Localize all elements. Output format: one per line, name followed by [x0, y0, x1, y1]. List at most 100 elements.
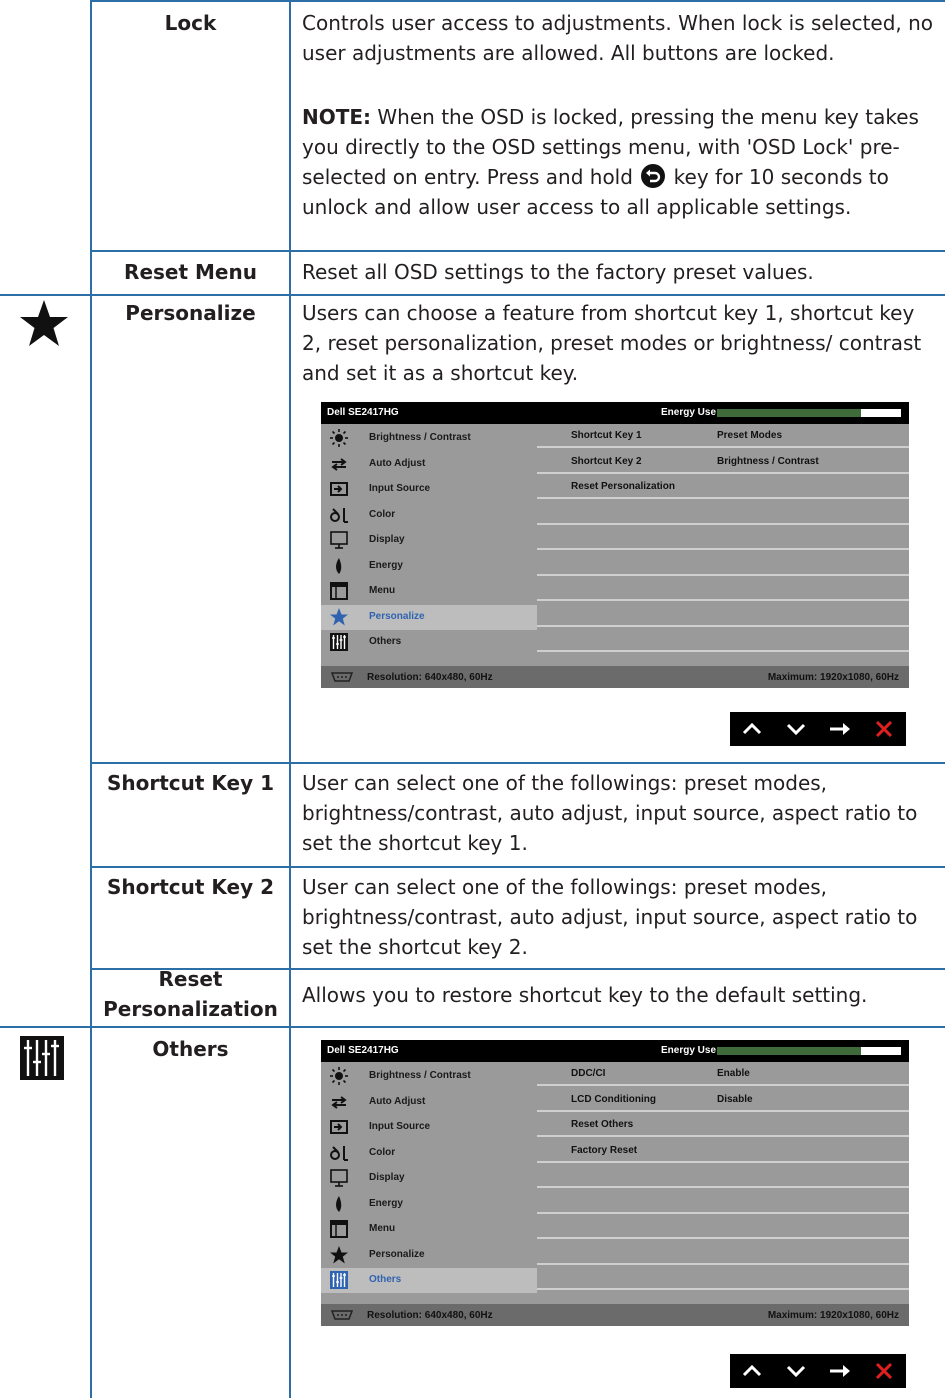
osd-menu-label: Energy [369, 559, 403, 571]
star-icon [329, 1245, 349, 1265]
osd-menu-item-color[interactable]: Color [321, 503, 537, 528]
lock-desc-text: Controls user access to adjustments. Whe… [302, 11, 934, 65]
osd-menu-label: Others [369, 1274, 402, 1285]
up-icon [730, 1354, 774, 1388]
osd-menu-item-menu[interactable]: Menu [321, 579, 537, 604]
osd-option-value: Disable [717, 1093, 753, 1105]
osd-menu: Brightness / Contrast Auto Adjust Input So… [321, 424, 537, 666]
reset-personalization-label-line2: Personalization [103, 997, 278, 1021]
auto-adjust-icon [329, 454, 349, 474]
input-source-icon [329, 479, 349, 499]
osd-menu-item-brightness-contrast[interactable]: Brightness / Contrast [321, 1064, 537, 1089]
osd-option-name: LCD Conditioning [571, 1093, 656, 1105]
osd-model-title: Dell SE2417HG [327, 407, 399, 418]
osd-submenu-row[interactable]: Shortcut Key 2 Brightness / Contrast [537, 450, 909, 474]
lock-description: Controls user access to adjustments. Whe… [302, 8, 934, 68]
osd-submenu-row [537, 1266, 909, 1290]
osd-screenshot-personalize: Dell SE2417HG Energy Use Brightness / Co… [321, 402, 909, 688]
table-rule [0, 1026, 945, 1028]
exit-icon [862, 1354, 906, 1388]
osd-submenu-row [537, 552, 909, 576]
osd-menu-label: Personalize [369, 1248, 425, 1260]
row-label-reset-menu: Reset Menu [124, 260, 257, 284]
osd-option-name: Reset Personalization [571, 481, 675, 492]
osd-option-name: Shortcut Key 2 [571, 455, 642, 467]
osd-menu-label: Input Source [369, 483, 431, 494]
row-label-shortcut-key-1: Shortcut Key 1 [106, 771, 275, 795]
osd-menu-item-auto-adjust[interactable]: Auto Adjust [321, 1090, 537, 1115]
osd-submenu-row[interactable]: DDC/CI Enable [537, 1062, 909, 1086]
enter-icon [818, 1354, 862, 1388]
connector-icon [329, 671, 355, 686]
table-rule [90, 866, 945, 868]
osd-submenu-row [537, 501, 909, 525]
osd-option-value: Brightness / Contrast [717, 455, 819, 467]
osd-menu-label: Auto Adjust [369, 457, 426, 469]
osd-menu-item-auto-adjust[interactable]: Auto Adjust [321, 452, 537, 477]
osd-menu-label: Others [369, 636, 402, 647]
osd-menu-label: Display [369, 534, 405, 545]
energy-meter [717, 1047, 901, 1055]
osd-screenshot-others: Dell SE2417HG Energy Use Brightness / Co… [321, 1040, 909, 1326]
osd-menu-item-personalize[interactable]: Personalize [321, 1243, 537, 1268]
exit-icon [862, 712, 906, 746]
osd-menu-item-energy[interactable]: Energy [321, 1192, 537, 1217]
osd-key-bar [730, 712, 906, 746]
osd-submenu-row [537, 603, 909, 627]
personalize-description: Users can choose a feature from shortcut… [302, 301, 922, 385]
osd-header: Dell SE2417HG Energy Use [321, 402, 909, 424]
osd-submenu-row[interactable]: Reset Personalization [537, 475, 909, 499]
osd-resolution: Resolution: 640x480, 60Hz [367, 1310, 493, 1321]
osd-menu-item-input-source[interactable]: Input Source [321, 1115, 537, 1140]
enter-icon [818, 712, 862, 746]
row-label-reset-personalization: Reset Personalization [92, 964, 289, 1024]
row-label-personalize: Personalize [125, 301, 256, 325]
osd-menu-item-menu[interactable]: Menu [321, 1217, 537, 1242]
osd-submenu-row[interactable]: Factory Reset [537, 1139, 909, 1163]
osd-submenu-row [537, 1241, 909, 1265]
osd-submenu-row [537, 526, 909, 550]
osd-menu-item-others[interactable]: Others [321, 1268, 537, 1293]
osd-menu-item-display[interactable]: Display [321, 1166, 537, 1191]
menu-icon [329, 581, 349, 601]
osd-submenu: DDC/CI Enable LCD Conditioning Disable Reset… [537, 1062, 909, 1304]
osd-option-name: Shortcut Key 1 [571, 430, 642, 441]
osd-key-bar [730, 1354, 906, 1388]
osd-resolution: Resolution: 640x480, 60Hz [367, 672, 493, 683]
osd-submenu-row[interactable]: Reset Others [537, 1113, 909, 1137]
osd-menu-label: Color [369, 1146, 396, 1158]
shortcut-key-1-description: User can select one of the followings: p… [302, 771, 918, 855]
osd-menu-label: Color [369, 508, 396, 520]
table-rule [90, 0, 92, 1398]
osd-submenu-row [537, 577, 909, 601]
osd-energy-label: Energy Use [661, 407, 717, 418]
osd-submenu-row[interactable]: Shortcut Key 1 Preset Modes [537, 424, 909, 448]
energy-icon [329, 1194, 349, 1214]
star-icon [18, 298, 70, 348]
brightness-icon [329, 428, 349, 448]
back-key-icon [641, 164, 666, 188]
row-label-shortcut-key-2: Shortcut Key 2 [106, 875, 275, 899]
osd-menu-item-input-source[interactable]: Input Source [321, 477, 537, 502]
osd-menu-item-display[interactable]: Display [321, 528, 537, 553]
down-icon [774, 1354, 818, 1388]
osd-menu-item-color[interactable]: Color [321, 1141, 537, 1166]
menu-icon [329, 1219, 349, 1239]
osd-submenu-row[interactable]: LCD Conditioning Disable [537, 1088, 909, 1112]
osd-menu-item-others[interactable]: Others [321, 630, 537, 655]
lock-note: NOTE: When the OSD is locked, pressing t… [302, 102, 934, 222]
osd-header: Dell SE2417HG Energy Use [321, 1040, 909, 1062]
row-label-others: Others [152, 1037, 229, 1061]
osd-menu-item-energy[interactable]: Energy [321, 554, 537, 579]
others-icon [329, 1270, 349, 1290]
energy-meter [717, 409, 901, 417]
osd-menu-item-personalize[interactable]: Personalize [321, 604, 537, 630]
table-rule [0, 294, 945, 296]
osd-menu: Brightness / Contrast Auto Adjust Input So… [321, 1062, 537, 1304]
table-rule [289, 1056, 291, 1398]
osd-menu-label: Menu [369, 585, 396, 596]
osd-menu-label: Auto Adjust [369, 1095, 426, 1107]
display-icon [329, 530, 349, 550]
osd-submenu-row [537, 1190, 909, 1214]
osd-menu-item-brightness-contrast[interactable]: Brightness / Contrast [321, 426, 537, 451]
